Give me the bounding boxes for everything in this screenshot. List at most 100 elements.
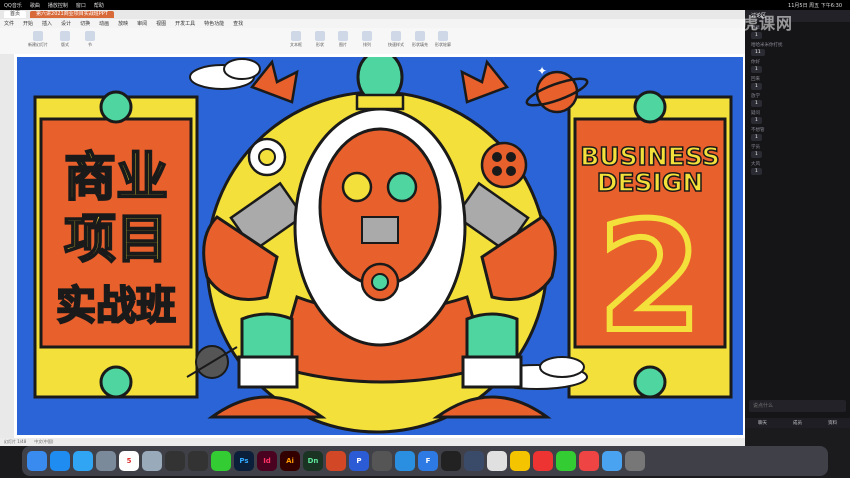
section-button[interactable]: 节 <box>85 31 95 48</box>
photos-app-icon[interactable] <box>510 451 530 471</box>
wps-icon[interactable] <box>487 451 507 471</box>
left-title-line3: 实战班 <box>56 283 176 329</box>
textbox-icon <box>291 31 301 41</box>
preview-icon[interactable] <box>96 451 116 471</box>
shape-button[interactable]: 形状 <box>315 31 325 48</box>
tab-home[interactable]: 首页 <box>4 11 27 18</box>
menubar-app[interactable]: QQ音乐 <box>4 2 22 9</box>
trash-icon[interactable] <box>625 451 645 471</box>
textbox-button[interactable]: 文本框 <box>290 31 302 48</box>
menubar-item[interactable]: 歌曲 <box>30 2 40 9</box>
note-icon[interactable] <box>372 451 392 471</box>
chat-message: 你好 1 <box>751 60 762 73</box>
new-slide-button[interactable]: 新建幻灯片 <box>28 31 48 48</box>
shape-icon <box>315 31 325 41</box>
app-store-icon[interactable] <box>50 451 70 471</box>
menu-slideshow[interactable]: 放映 <box>118 20 128 27</box>
arrange-button[interactable]: 排列 <box>362 31 372 48</box>
left-panel: 商业 项目 实战班 <box>33 90 199 399</box>
finder-2-icon[interactable] <box>602 451 622 471</box>
language-indicator: 中文(中国) <box>34 439 54 444</box>
left-title-line2: 项目 <box>64 210 168 270</box>
chat-message: 放学 1 <box>751 94 762 107</box>
obs-icon[interactable] <box>441 451 461 471</box>
outline-icon <box>438 31 448 41</box>
video-icon[interactable] <box>579 451 599 471</box>
document-tabbar: 首页 第六讲2021商业项目实战班PPT <box>0 10 745 19</box>
menu-insert[interactable]: 插入 <box>42 20 52 27</box>
chat-tabs: 聊天 成员 资料 <box>745 418 850 428</box>
slide-artwork: 商业 项目 实战班 BUSINESS DESIGN 2 ✦ <box>17 57 743 435</box>
tab-files[interactable]: 资料 <box>828 420 837 426</box>
calendar-icon[interactable]: 5 <box>119 451 139 471</box>
menubar-item[interactable]: 窗口 <box>76 2 86 9</box>
qq-icon[interactable] <box>188 451 208 471</box>
big-number: 2 <box>598 191 702 365</box>
chat-message: 哈哈米米你打扰 11 <box>751 43 783 56</box>
dimension-icon[interactable]: Dn <box>303 451 323 471</box>
menu-animation[interactable]: 动画 <box>99 20 109 27</box>
menubar-item[interactable]: 帮助 <box>94 2 104 9</box>
chat-message: 大风 1 <box>751 162 762 175</box>
menu-find[interactable]: 查找 <box>233 20 243 27</box>
shape-outline-button[interactable]: 形状轮廓 <box>435 31 451 48</box>
photoshop-icon[interactable]: Ps <box>234 451 254 471</box>
right-panel: BUSINESS DESIGN 2 <box>567 90 733 399</box>
menu-review[interactable]: 审阅 <box>137 20 147 27</box>
weibo-icon[interactable] <box>533 451 553 471</box>
status-bar: 幻灯片 1/48 中文(中国) <box>0 438 745 446</box>
chat-message: 学员 1 <box>751 145 762 158</box>
tab-members[interactable]: 成员 <box>793 420 802 426</box>
system-menubar: QQ音乐 歌曲 播放控制 窗口 帮助 11月5日 周五 下午6:30 <box>0 0 850 10</box>
menu-view[interactable]: 视图 <box>156 20 166 27</box>
tab-chat[interactable]: 聊天 <box>758 420 767 426</box>
new-slide-icon <box>33 31 43 41</box>
shape-fill-button[interactable]: 形状填充 <box>412 31 428 48</box>
antenna-base <box>355 93 405 111</box>
slide[interactable]: 商业 项目 实战班 BUSINESS DESIGN 2 ✦ <box>17 57 743 435</box>
tab-document[interactable]: 第六讲2021商业项目实战班PPT <box>30 11 114 18</box>
menu-transition[interactable]: 切换 <box>80 20 90 27</box>
chat-input[interactable] <box>749 400 846 412</box>
left-title-line1: 商业 <box>64 148 168 208</box>
qq-icon[interactable] <box>165 451 185 471</box>
quick-style-icon <box>391 31 401 41</box>
wechat-icon[interactable] <box>211 451 231 471</box>
indesign-icon[interactable]: Id <box>257 451 277 471</box>
menu-file[interactable]: 文件 <box>4 20 14 27</box>
menu-line: 文件 开始 插入 设计 切换 动画 放映 审阅 视图 开发工具 特色功能 查找 <box>0 19 745 28</box>
cinema4d-icon[interactable] <box>464 451 484 471</box>
fill-icon <box>415 31 425 41</box>
section-icon <box>85 31 95 41</box>
p-app-icon[interactable]: P <box>349 451 369 471</box>
menu-dev[interactable]: 开发工具 <box>175 20 195 27</box>
xcode-icon[interactable] <box>395 451 415 471</box>
menu-design[interactable]: 设计 <box>61 20 71 27</box>
menu-features[interactable]: 特色功能 <box>204 20 224 27</box>
picture-button[interactable]: 图片 <box>338 31 348 48</box>
slide-thumbnail-sidebar[interactable] <box>0 54 14 438</box>
chat-message: 回来 1 <box>751 77 762 90</box>
music-icon[interactable] <box>556 451 576 471</box>
finder-icon[interactable] <box>27 451 47 471</box>
arrange-icon <box>362 31 372 41</box>
layout-icon <box>60 31 70 41</box>
quick-style-button[interactable]: 快速样式 <box>388 31 404 48</box>
menubar-item[interactable]: 播放控制 <box>48 2 68 9</box>
sparkle-icon: ✦ <box>537 64 547 78</box>
picture-icon <box>338 31 348 41</box>
chat-message: 不想管 1 <box>751 128 765 141</box>
f-app-icon[interactable]: F <box>418 451 438 471</box>
page-indicator: 幻灯片 1/48 <box>4 439 27 444</box>
photos-icon[interactable] <box>142 451 162 471</box>
menu-home[interactable]: 开始 <box>23 20 33 27</box>
powerpoint-icon[interactable] <box>326 451 346 471</box>
status-time: 11月5日 周五 下午6:30 <box>788 2 842 9</box>
dock: 5 Ps Id Ai Dn P F <box>22 446 828 476</box>
safari-icon[interactable] <box>73 451 93 471</box>
ribbon-toolbar: 新建幻灯片 版式 节 文本框 形状 图片 排列 快速样式 形状填充 形状轮廓 <box>0 28 745 55</box>
layout-button[interactable]: 版式 <box>60 31 70 48</box>
illustrator-icon[interactable]: Ai <box>280 451 300 471</box>
chat-message: 疑问 1 <box>751 111 762 124</box>
watermark: 虎课网 <box>742 14 794 33</box>
